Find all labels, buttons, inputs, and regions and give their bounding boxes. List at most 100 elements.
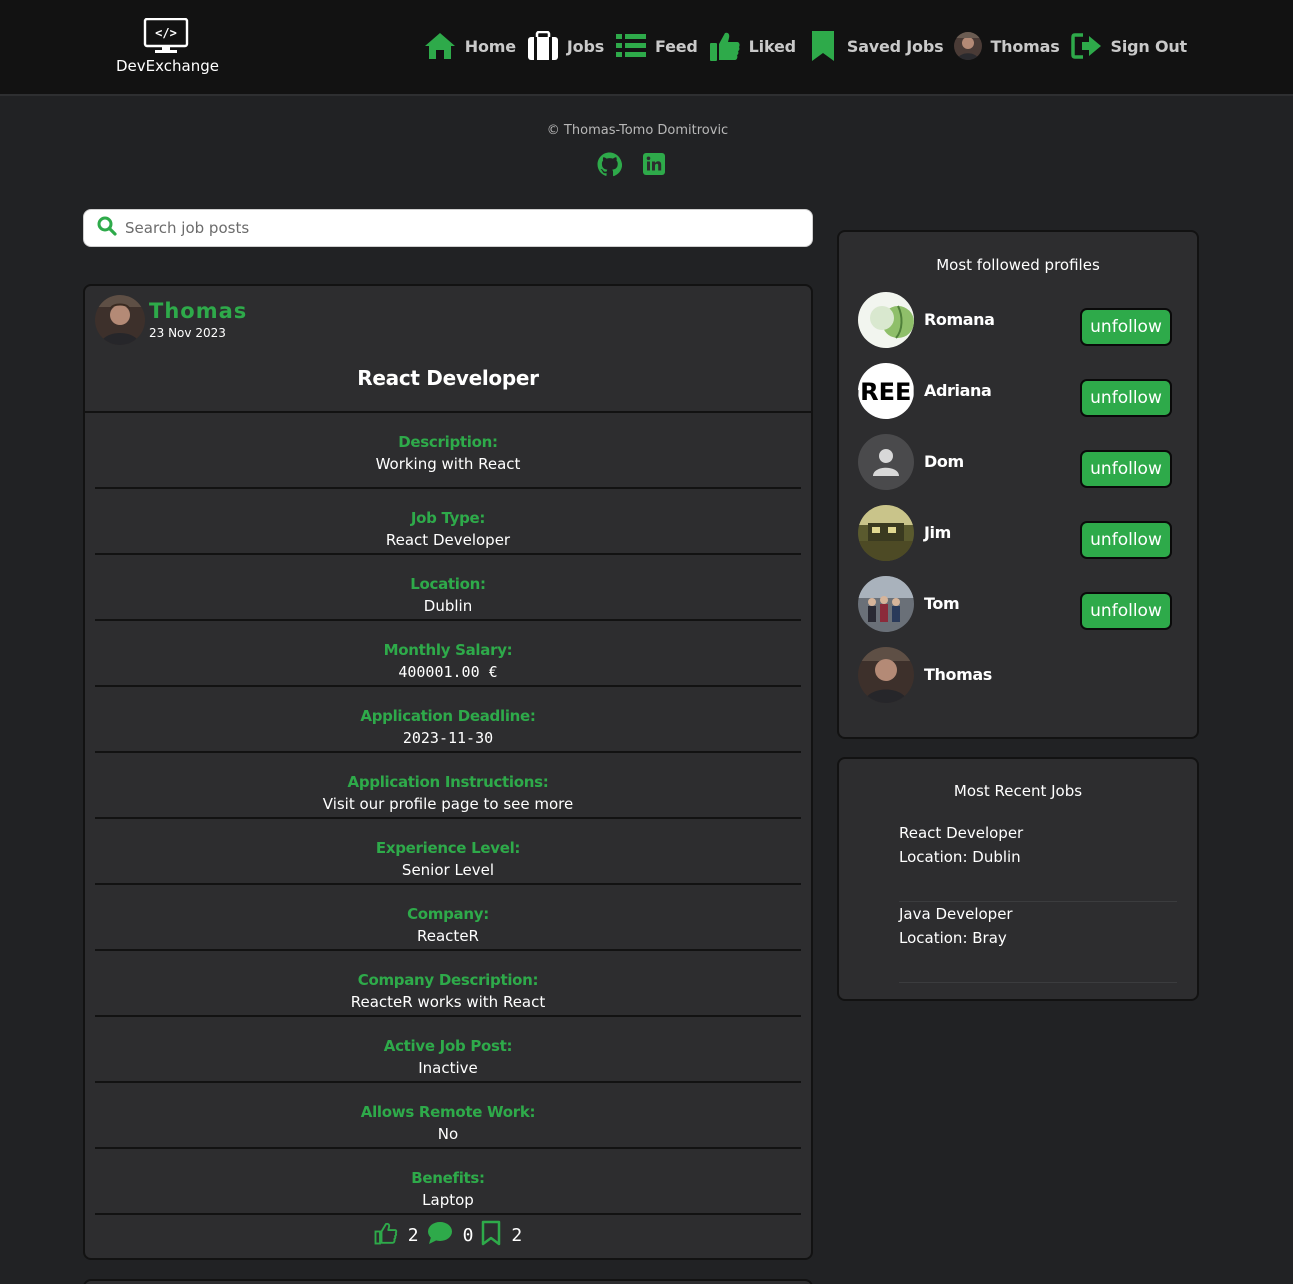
list-icon [615,32,647,60]
profile-item: Dom unfollow [858,434,1172,505]
nav-liked[interactable]: Liked [709,30,796,62]
field-label: Location: [410,575,486,593]
nav-feed[interactable]: Feed [615,32,698,60]
field-value: ReacteR [417,927,479,945]
save-button[interactable]: 2 [481,1220,522,1250]
field-application-instructions: Application Instructions: Visit our prof… [95,753,801,819]
search-bar [83,209,813,247]
code-monitor-icon: </> [143,18,189,53]
profile-name[interactable]: Jim [924,523,951,542]
field-description: Description: Working with React [95,413,801,489]
like-button[interactable]: 2 [374,1221,419,1249]
profile-avatar[interactable] [858,576,914,632]
nav-sign-out[interactable]: Sign Out [1070,32,1188,60]
recent-job-location: Location: Bray [899,929,1007,947]
next-job-post-card [83,1279,813,1284]
field-label: Active Job Post: [383,1037,513,1055]
field-company: Company: ReacteR [95,885,801,951]
thumbs-up-outline-icon [374,1221,398,1249]
profile-avatar[interactable] [858,647,914,703]
job-title: React Developer [357,366,539,390]
unfollow-button[interactable]: unfollow [1080,379,1172,417]
author-avatar[interactable] [95,295,145,345]
job-post-header: Thomas 23 Nov 2023 React Developer [85,286,811,413]
field-value: Working with React [375,455,521,473]
field-experience-level: Experience Level: Senior Level [95,819,801,885]
nav-saved-jobs[interactable]: Saved Jobs [807,30,944,62]
sign-out-icon [1070,32,1103,60]
comment-count: 0 [462,1224,474,1246]
field-monthly-salary: Monthly Salary: 400001.00 € [95,621,801,687]
profile-avatar[interactable] [858,292,914,348]
unfollow-button[interactable]: unfollow [1080,592,1172,630]
profile-avatar[interactable]: GREEN [858,363,914,419]
profile-name[interactable]: Thomas [924,665,992,684]
nav-jobs[interactable]: Jobs [527,31,604,61]
nav-jobs-label: Jobs [566,36,605,56]
job-post-card: Thomas 23 Nov 2023 React Developer Descr… [83,284,813,1260]
field-value: ReacteR works with React [350,993,546,1011]
author-name[interactable]: Thomas [149,299,247,323]
social-links [597,152,686,181]
field-value: 2023-11-30 [402,729,494,747]
field-label: Benefits: [411,1169,485,1187]
most-followed-title: Most followed profiles [936,256,1100,274]
nav-sign-out-label: Sign Out [1110,36,1188,56]
nav-home[interactable]: Home [423,31,516,61]
recent-job-location: Location: Dublin [899,848,1021,866]
recent-job-item[interactable]: React Developer Location: Dublin [899,821,1177,902]
field-label: Monthly Salary: [383,641,513,659]
profile-item: GREEN Adriana unfollow [858,363,1172,434]
nav-profile[interactable]: Thomas [954,32,1060,60]
field-job-type: Job Type: React Developer [95,489,801,555]
field-value: No [437,1125,459,1143]
profile-item: Thomas [858,647,1172,718]
brand-logo[interactable]: </> DevExchange [116,18,219,75]
search-icon [97,216,117,240]
profile-item: Tom unfollow [858,576,1172,647]
nav-feed-label: Feed [655,36,698,56]
post-actions: 2 0 2 [85,1215,811,1255]
job-fields: Description: Working with React Job Type… [85,413,811,1215]
field-label: Application Deadline: [360,707,536,725]
linkedin-icon[interactable] [642,152,666,181]
recent-job-item[interactable]: Java Developer Location: Bray [899,902,1177,983]
field-label: Company: [407,905,489,923]
svg-text:GREEN: GREEN [858,378,914,406]
profile-avatar[interactable] [858,434,914,490]
field-value: Visit our profile page to see more [322,795,574,813]
profile-name[interactable]: Adriana [924,381,992,400]
save-count: 2 [511,1224,523,1246]
profile-name[interactable]: Romana [924,310,995,329]
recent-job-title: React Developer [899,824,1024,842]
field-value: Senior Level [401,861,495,879]
profile-name[interactable]: Tom [924,594,960,613]
field-label: Company Description: [357,971,539,989]
brand-name: DevExchange [116,57,219,75]
briefcase-icon [527,31,559,61]
search-input[interactable] [125,219,785,237]
field-value: 400001.00 € [398,663,498,681]
profile-name[interactable]: Dom [924,452,964,471]
nav-liked-label: Liked [748,36,796,56]
copyright: © Thomas-Tomo Domitrovic [546,123,729,138]
field-application-deadline: Application Deadline: 2023-11-30 [95,687,801,753]
unfollow-button[interactable]: unfollow [1080,450,1172,488]
field-value: Inactive [418,1059,478,1077]
comment-icon [427,1221,453,1249]
profile-item: Romana unfollow [858,292,1172,363]
comment-button[interactable]: 0 [427,1221,474,1249]
unfollow-button[interactable]: unfollow [1080,521,1172,559]
field-benefits: Benefits: Laptop [95,1149,801,1215]
field-label: Experience Level: [375,839,521,857]
unfollow-button[interactable]: unfollow [1080,308,1172,346]
recent-jobs-list: React Developer Location: Dublin Java De… [899,821,1177,983]
field-allows-remote-work: Allows Remote Work: No [95,1083,801,1149]
user-avatar [954,32,983,60]
profile-avatar[interactable] [858,505,914,561]
field-value: Dublin [423,597,473,615]
recent-jobs-title: Most Recent Jobs [953,782,1083,800]
github-icon[interactable] [597,152,623,181]
field-active-job-post: Active Job Post: Inactive [95,1017,801,1083]
field-company-description: Company Description: ReacteR works with … [95,951,801,1017]
